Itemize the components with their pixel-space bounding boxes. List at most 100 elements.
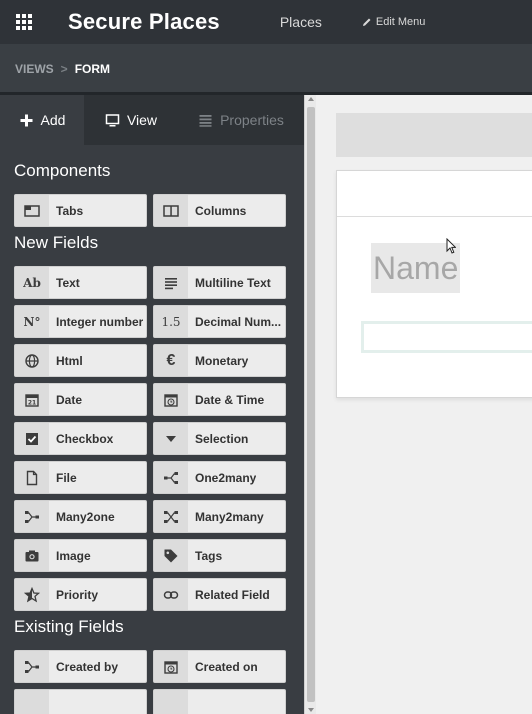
- svg-text:21: 21: [28, 399, 36, 406]
- field-decimal[interactable]: 1.5 Decimal Num...: [153, 305, 286, 338]
- field-monetary[interactable]: € Monetary: [153, 344, 286, 377]
- tabs-icon: [15, 195, 49, 226]
- plus-icon: [20, 114, 33, 126]
- name-field-dropzone[interactable]: [361, 321, 532, 353]
- field-image[interactable]: Image: [14, 539, 147, 572]
- field-related[interactable]: Related Field: [153, 578, 286, 611]
- scroll-down-arrow-icon[interactable]: [308, 708, 314, 712]
- field-label: One2many: [195, 470, 257, 485]
- monitor-icon: [105, 113, 120, 126]
- field-multiline-text[interactable]: Multiline Text: [153, 266, 286, 299]
- field-label: Priority: [56, 587, 99, 602]
- many2many-icon: [154, 501, 188, 532]
- tab-view-label: View: [126, 112, 158, 128]
- columns-icon: [154, 195, 188, 226]
- scrollbar-thumb[interactable]: [307, 107, 315, 702]
- multiline-icon: [154, 267, 188, 298]
- components-list: Tabs Columns: [14, 194, 304, 227]
- tab-add-label: Add: [40, 112, 66, 128]
- form-sheet: Name: [336, 170, 532, 398]
- app-title: Secure Places: [68, 9, 220, 34]
- field-label: Integer number: [56, 314, 144, 329]
- link-icon: [154, 579, 188, 610]
- decimal-icon: 1.5: [154, 306, 188, 337]
- breadcrumb-views[interactable]: VIEWS: [15, 62, 54, 76]
- one2many-icon: [154, 462, 188, 493]
- tab-view[interactable]: View: [84, 95, 178, 145]
- tab-properties-label: Properties: [220, 112, 284, 128]
- field-label: File: [56, 470, 77, 485]
- apps-icon[interactable]: [16, 14, 34, 30]
- field-label: Created by: [56, 659, 119, 674]
- field-created-on[interactable]: Created on: [153, 650, 286, 683]
- field-checkbox[interactable]: Checkbox: [14, 422, 147, 455]
- field-priority[interactable]: Priority: [14, 578, 147, 611]
- component-tabs[interactable]: Tabs: [14, 194, 147, 227]
- form-statusbar-placeholder[interactable]: [336, 113, 532, 157]
- sidebar-scrollbar[interactable]: [304, 95, 316, 714]
- edit-menu-label: Edit Menu: [375, 16, 426, 28]
- globe-icon: [15, 345, 49, 376]
- tab-add[interactable]: Add: [0, 95, 84, 145]
- sidebar-tabs: Add View Properties: [0, 95, 304, 145]
- menu-places[interactable]: Places: [280, 14, 322, 30]
- field-selection[interactable]: Selection: [153, 422, 286, 455]
- field-label: Tags: [195, 548, 223, 563]
- field-icon: [154, 690, 188, 714]
- scroll-up-arrow-icon[interactable]: [308, 97, 314, 101]
- calendar-icon: 21: [15, 384, 49, 415]
- field-label: Decimal Num...: [195, 314, 282, 329]
- new-fields-title: New Fields: [14, 233, 99, 252]
- field-label: Many2one: [56, 509, 115, 524]
- many2one-icon: [15, 501, 49, 532]
- field-label: Html: [56, 353, 83, 368]
- field-label: Checkbox: [56, 431, 114, 446]
- component-label: Tabs: [56, 203, 84, 218]
- field-date[interactable]: 21 Date: [14, 383, 147, 416]
- field-created-by[interactable]: Created by: [14, 650, 147, 683]
- tab-properties[interactable]: Properties: [178, 95, 304, 145]
- existing-fields-title: Existing Fields: [14, 617, 124, 636]
- breadcrumb-separator: >: [60, 62, 68, 76]
- field-label: Monetary: [195, 353, 249, 368]
- field-html[interactable]: Html: [14, 344, 147, 377]
- field-text[interactable]: Ab Text: [14, 266, 147, 299]
- field-label: Image: [56, 548, 91, 563]
- mouse-cursor-icon: [446, 238, 456, 254]
- field-many2one[interactable]: Many2one: [14, 500, 147, 533]
- top-navbar: Secure Places Places Edit Menu: [0, 0, 532, 44]
- field-one2many[interactable]: One2many: [153, 461, 286, 494]
- list-icon: [199, 114, 212, 127]
- field-label: Related Field: [195, 587, 270, 602]
- many2one-icon: [15, 651, 49, 682]
- edit-menu-link[interactable]: Edit Menu: [362, 16, 426, 28]
- field-label: Text: [56, 275, 80, 290]
- existing-fields-list: Created by Created on: [14, 650, 304, 714]
- field-tags[interactable]: Tags: [153, 539, 286, 572]
- field-icon: [15, 690, 49, 714]
- field-partial-right[interactable]: [153, 689, 286, 714]
- field-many2many[interactable]: Many2many: [153, 500, 286, 533]
- field-label: Many2many: [195, 509, 264, 524]
- field-label: Date & Time: [195, 392, 265, 407]
- component-label: Columns: [195, 203, 247, 218]
- field-label: Created on: [195, 659, 258, 674]
- file-icon: [15, 462, 49, 493]
- camera-icon: [15, 540, 49, 571]
- breadcrumb-form: FORM: [74, 62, 111, 76]
- field-date-time[interactable]: Date & Time: [153, 383, 286, 416]
- new-fields-list: Ab Text Multiline Text N° Integer number…: [14, 266, 304, 611]
- breadcrumb: VIEWS > FORM: [0, 44, 532, 94]
- euro-icon: €: [154, 345, 188, 376]
- field-label: Date: [56, 392, 83, 407]
- form-sheet-header[interactable]: [337, 171, 532, 217]
- form-preview-area: Name: [317, 95, 532, 714]
- field-file[interactable]: File: [14, 461, 147, 494]
- star-icon: [15, 579, 49, 610]
- field-partial-left[interactable]: [14, 689, 147, 714]
- component-columns[interactable]: Columns: [153, 194, 286, 227]
- components-title: Components: [14, 161, 111, 180]
- text-icon: Ab: [15, 267, 49, 298]
- field-integer[interactable]: N° Integer number: [14, 305, 147, 338]
- field-label: Selection: [195, 431, 249, 446]
